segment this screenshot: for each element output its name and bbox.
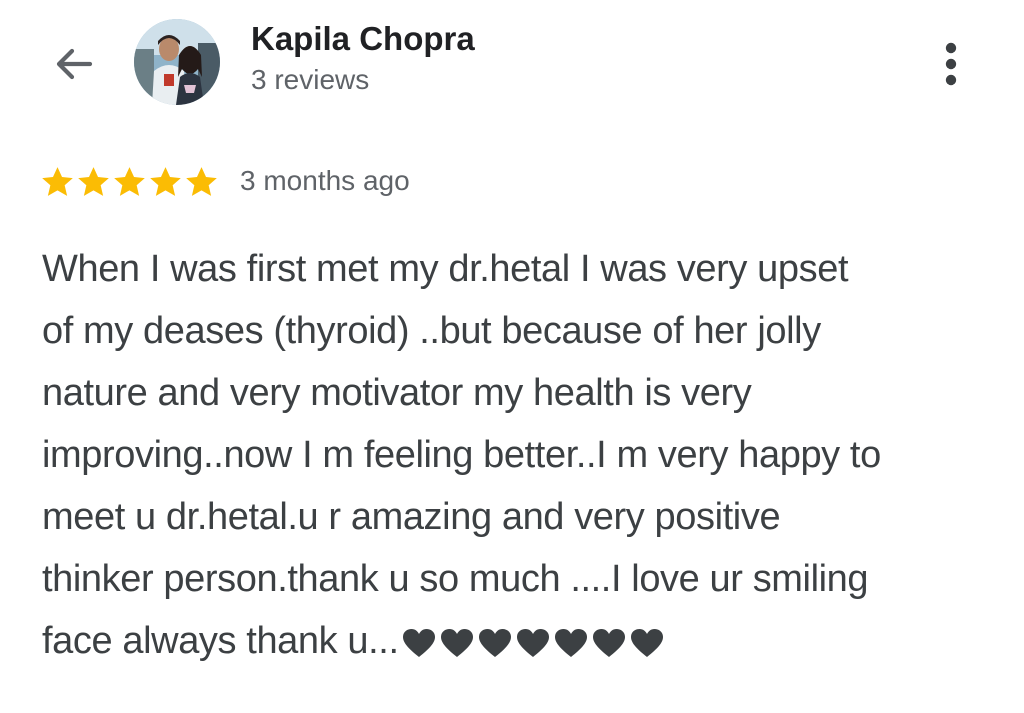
heart-icon xyxy=(478,629,511,657)
star-icon xyxy=(150,167,181,196)
star-icon xyxy=(186,167,217,196)
star-icon xyxy=(78,167,109,196)
review-line: meet u dr.hetal.u r amazing and very pos… xyxy=(42,496,781,538)
back-button[interactable] xyxy=(44,38,104,90)
heart-icon xyxy=(630,629,663,657)
star-icon xyxy=(114,167,145,196)
heart-icon xyxy=(592,629,625,657)
review-line: thinker person.thank u so much ....I lov… xyxy=(42,558,869,600)
review-line: of my deases (thyroid) ..but because of … xyxy=(42,310,821,352)
more-vertical-icon xyxy=(945,42,957,86)
star-rating xyxy=(40,164,219,200)
more-options-button[interactable] xyxy=(928,36,974,92)
review-text: When I was first met my dr.hetal I was v… xyxy=(42,238,992,672)
review-line: When I was first met my dr.hetal I was v… xyxy=(42,248,849,290)
review-line-last: face always thank u... xyxy=(42,610,992,672)
heart-icon xyxy=(516,629,549,657)
arrow-left-icon xyxy=(56,48,93,80)
review-line-text: face always thank u... xyxy=(42,620,399,662)
review-count: 3 reviews xyxy=(251,64,370,95)
reviewer-name[interactable]: Kapila Chopra xyxy=(251,20,475,58)
hearts-group xyxy=(401,627,665,659)
review-time: 3 months ago xyxy=(240,165,410,196)
heart-icon xyxy=(440,629,473,657)
heart-icon xyxy=(554,629,587,657)
heart-icon xyxy=(402,629,435,657)
review-page: Kapila Chopra 3 reviews 3 months ago Whe… xyxy=(0,0,1024,713)
star-icon xyxy=(42,167,73,196)
avatar[interactable] xyxy=(134,19,220,105)
reviewer-avatar-image xyxy=(134,19,220,105)
review-line: improving..now I m feeling better..I m v… xyxy=(42,434,881,476)
review-line: nature and very motivator my health is v… xyxy=(42,372,752,414)
